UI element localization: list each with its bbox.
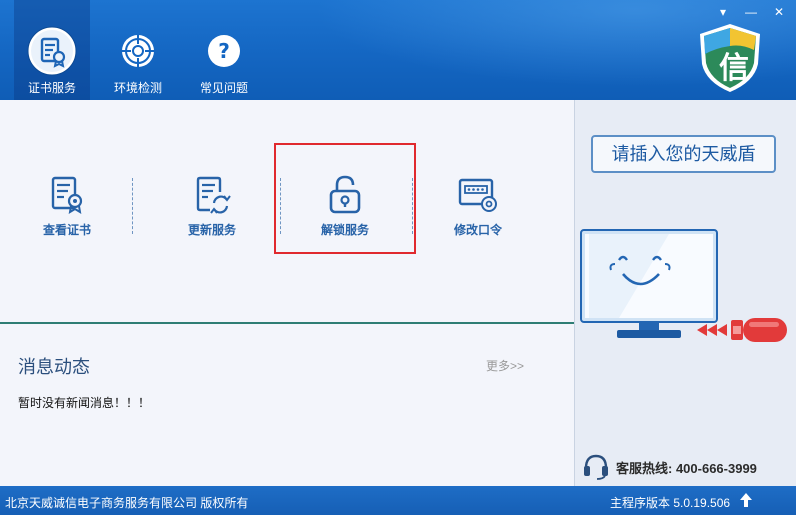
- highlight-box: [274, 143, 416, 254]
- nav-tab-faq[interactable]: ? 常见问题: [186, 0, 262, 100]
- service-label: 修改口令: [453, 223, 502, 237]
- news-divider: [0, 322, 574, 324]
- minimize-button[interactable]: —: [738, 2, 764, 22]
- change-password-button[interactable]: 修改口令: [423, 162, 533, 262]
- nav-tab-certificate-service[interactable]: 证书服务: [14, 0, 90, 100]
- news-empty-message: 暂时没有新闻消息！！！: [18, 396, 151, 410]
- service-area: 查看证书 更新服务 解锁服务 修改口令: [0, 100, 574, 322]
- dropdown-menu-button[interactable]: ▾: [710, 2, 736, 22]
- minimize-icon: —: [745, 5, 757, 19]
- service-divider: [132, 178, 133, 234]
- question-icon: ?: [208, 35, 240, 67]
- upgrade-arrow-icon[interactable]: [739, 492, 753, 508]
- update-service-button[interactable]: 更新服务: [157, 162, 267, 262]
- brand-shield-logo: 信: [700, 24, 760, 92]
- hotline-text: 客服热线: 400-666-3999: [616, 461, 757, 476]
- nav-label: 常见问题: [199, 81, 248, 95]
- close-button[interactable]: ✕: [766, 2, 792, 22]
- nav-tab-environment-check[interactable]: 环境检测: [100, 0, 176, 100]
- header-bar: 证书服务 环境检测 ? 常见问题 ▾ — ✕ 信: [0, 0, 796, 100]
- update-document-icon: [196, 176, 231, 214]
- svg-text:?: ?: [218, 39, 230, 63]
- news-title: 消息动态: [18, 357, 90, 377]
- view-certificate-icon: [51, 176, 83, 214]
- insert-key-prompt: 请插入您的天威盾: [591, 135, 776, 173]
- service-label: 更新服务: [187, 223, 236, 237]
- main-panel: 查看证书 更新服务 解锁服务 修改口令 消息动态 更多>> 暂时没有新闻消息！！…: [0, 100, 574, 486]
- change-password-icon: [458, 178, 497, 212]
- nav-label: 证书服务: [27, 81, 76, 95]
- service-label: 查看证书: [42, 223, 91, 237]
- chevron-down-icon: ▾: [719, 5, 727, 19]
- certificate-icon: [27, 26, 77, 76]
- close-icon: ✕: [773, 5, 785, 19]
- monitor-usb-key-illustration: [580, 229, 787, 342]
- headset-icon: [584, 454, 608, 480]
- brand-logo-text: 信: [719, 51, 749, 86]
- target-icon: [122, 35, 154, 67]
- right-panel: 请插入您的天威盾 客服热线: 400-666-3999: [574, 100, 796, 486]
- news-more-link[interactable]: 更多>>: [486, 357, 524, 374]
- nav-label: 环境检测: [113, 81, 162, 95]
- view-certificate-button[interactable]: 查看证书: [12, 162, 122, 262]
- version-text: 主程序版本 5.0.19.506: [610, 496, 731, 510]
- copyright-text: 北京天威诚信电子商务服务有限公司 版权所有: [5, 496, 249, 510]
- status-bar: 北京天威诚信电子商务服务有限公司 版权所有 主程序版本 5.0.19.506: [0, 486, 796, 515]
